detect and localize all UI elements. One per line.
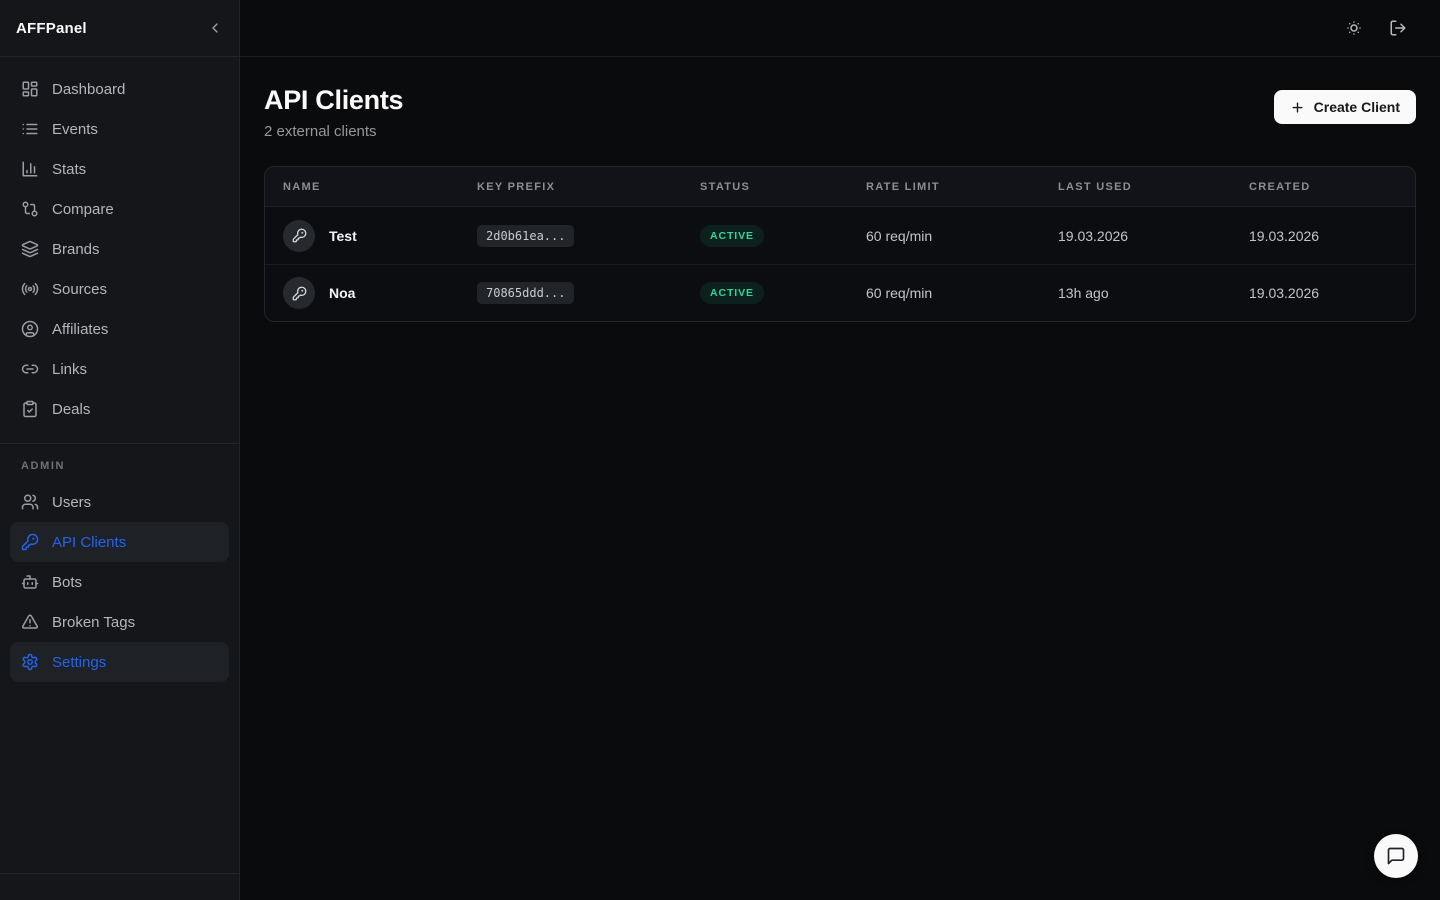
- key-icon: [292, 228, 307, 243]
- layers-icon: [21, 240, 39, 258]
- logout-icon: [1389, 19, 1407, 37]
- client-name-cell: Test: [265, 220, 459, 252]
- status-badge: ACTIVE: [700, 225, 764, 247]
- sidebar-item-label: Sources: [52, 281, 107, 298]
- sidebar-item-label: Links: [52, 361, 87, 378]
- sidebar-item-label: Dashboard: [52, 81, 125, 98]
- key-prefix-chip: 70865ddd...: [477, 282, 574, 304]
- sidebar-item-label: Settings: [52, 654, 106, 671]
- client-avatar: [283, 220, 315, 252]
- link-icon: [21, 360, 39, 378]
- table-row[interactable]: Test 2d0b61ea... ACTIVE 60 req/min 19.03…: [265, 207, 1415, 264]
- bot-icon: [21, 573, 39, 591]
- main-area: API Clients 2 external clients Create Cl…: [240, 0, 1440, 900]
- key-prefix-chip: 2d0b61ea...: [477, 225, 574, 247]
- sidebar-item-events[interactable]: Events: [10, 109, 229, 149]
- chat-widget-button[interactable]: [1374, 834, 1418, 878]
- sidebar-item-label: Broken Tags: [52, 614, 135, 631]
- column-header-name: NAME: [265, 181, 459, 193]
- sidebar-item-stats[interactable]: Stats: [10, 149, 229, 189]
- logout-button[interactable]: [1389, 19, 1407, 37]
- create-client-label: Create Client: [1314, 99, 1400, 115]
- alert-triangle-icon: [21, 613, 39, 631]
- last-used-cell: 19.03.2026: [1040, 228, 1231, 244]
- page-head-text: API Clients 2 external clients: [264, 85, 403, 140]
- key-icon: [21, 533, 39, 551]
- sidebar-item-label: Bots: [52, 574, 82, 591]
- list-icon: [21, 120, 39, 138]
- sun-icon: [1345, 19, 1363, 37]
- last-used-cell: 13h ago: [1040, 285, 1231, 301]
- rate-limit-cell: 60 req/min: [848, 228, 1040, 244]
- topbar: [240, 0, 1440, 57]
- sidebar-item-label: Events: [52, 121, 98, 138]
- page-head: API Clients 2 external clients Create Cl…: [264, 85, 1416, 140]
- sidebar-item-brands[interactable]: Brands: [10, 229, 229, 269]
- column-header-status: STATUS: [682, 181, 848, 193]
- content: API Clients 2 external clients Create Cl…: [240, 57, 1440, 322]
- sidebar-item-label: Brands: [52, 241, 100, 258]
- sidebar: AFFPanel Dashboard Events Stats Compare …: [0, 0, 240, 900]
- sidebar-item-label: Compare: [52, 201, 114, 218]
- client-name: Noa: [329, 285, 355, 301]
- status-badge: ACTIVE: [700, 282, 764, 304]
- client-name: Test: [329, 228, 357, 244]
- sidebar-item-bots[interactable]: Bots: [10, 562, 229, 602]
- column-header-created: CREATED: [1231, 181, 1415, 193]
- sidebar-item-affiliates[interactable]: Affiliates: [10, 309, 229, 349]
- client-name-cell: Noa: [265, 277, 459, 309]
- key-prefix-cell: 2d0b61ea...: [459, 225, 682, 247]
- table-row[interactable]: Noa 70865ddd... ACTIVE 60 req/min 13h ag…: [265, 264, 1415, 321]
- client-avatar: [283, 277, 315, 309]
- user-circle-icon: [21, 320, 39, 338]
- clipboard-check-icon: [21, 400, 39, 418]
- api-clients-table: NAME KEY PREFIX STATUS RATE LIMIT LAST U…: [264, 166, 1416, 322]
- sidebar-item-label: API Clients: [52, 534, 126, 551]
- table-header-row: NAME KEY PREFIX STATUS RATE LIMIT LAST U…: [265, 167, 1415, 207]
- dashboard-icon: [21, 80, 39, 98]
- key-icon: [292, 286, 307, 301]
- sidebar-item-users[interactable]: Users: [10, 482, 229, 522]
- created-cell: 19.03.2026: [1231, 285, 1415, 301]
- sidebar-item-broken-tags[interactable]: Broken Tags: [10, 602, 229, 642]
- rate-limit-cell: 60 req/min: [848, 285, 1040, 301]
- git-compare-icon: [21, 200, 39, 218]
- sidebar-item-links[interactable]: Links: [10, 349, 229, 389]
- sidebar-item-label: Affiliates: [52, 321, 108, 338]
- sidebar-item-sources[interactable]: Sources: [10, 269, 229, 309]
- chevron-left-icon: [207, 20, 223, 36]
- page-subtitle: 2 external clients: [264, 123, 403, 140]
- sidebar-item-label: Stats: [52, 161, 86, 178]
- sidebar-header: AFFPanel: [0, 0, 239, 57]
- status-cell: ACTIVE: [682, 225, 848, 247]
- radio-icon: [21, 280, 39, 298]
- plus-icon: [1290, 100, 1305, 115]
- create-client-button[interactable]: Create Client: [1274, 90, 1416, 124]
- sidebar-item-label: Users: [52, 494, 91, 511]
- sidebar-item-compare[interactable]: Compare: [10, 189, 229, 229]
- sidebar-collapse-button[interactable]: [207, 20, 223, 36]
- page-title: API Clients: [264, 85, 403, 116]
- gear-icon: [21, 653, 39, 671]
- created-cell: 19.03.2026: [1231, 228, 1415, 244]
- sidebar-nav-admin: Users API Clients Bots Broken Tags Setti…: [0, 482, 239, 690]
- column-header-key-prefix: KEY PREFIX: [459, 181, 682, 193]
- brand-logo: AFFPanel: [16, 20, 87, 37]
- sidebar-item-api-clients[interactable]: API Clients: [10, 522, 229, 562]
- key-prefix-cell: 70865ddd...: [459, 282, 682, 304]
- column-header-last-used: LAST USED: [1040, 181, 1231, 193]
- sidebar-item-settings[interactable]: Settings: [10, 642, 229, 682]
- column-header-rate-limit: RATE LIMIT: [848, 181, 1040, 193]
- users-icon: [21, 493, 39, 511]
- sidebar-item-deals[interactable]: Deals: [10, 389, 229, 429]
- theme-toggle-button[interactable]: [1345, 19, 1363, 37]
- status-cell: ACTIVE: [682, 282, 848, 304]
- sidebar-footer: [0, 873, 239, 900]
- chat-bubble-icon: [1386, 846, 1406, 866]
- sidebar-item-label: Deals: [52, 401, 90, 418]
- sidebar-nav-main: Dashboard Events Stats Compare Brands So…: [0, 57, 239, 437]
- bar-chart-icon: [21, 160, 39, 178]
- sidebar-section-admin: ADMIN: [0, 444, 239, 482]
- sidebar-item-dashboard[interactable]: Dashboard: [10, 69, 229, 109]
